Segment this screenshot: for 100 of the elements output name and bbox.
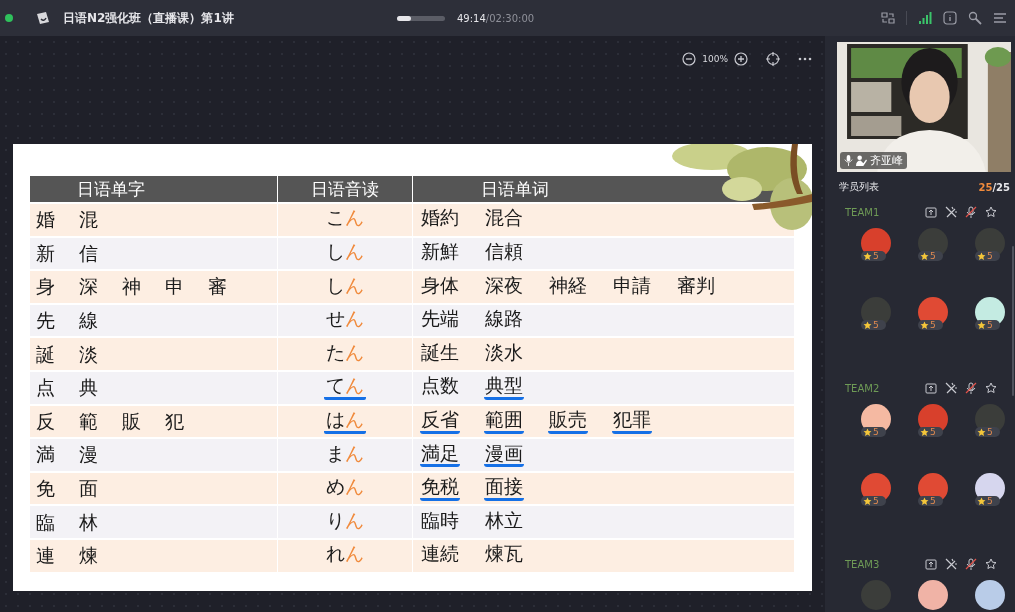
total-count: /25: [992, 181, 1010, 193]
mute-icon[interactable]: [965, 206, 977, 218]
star-icon: [977, 251, 986, 261]
kanji: 深: [79, 277, 98, 297]
kanji: 審: [208, 277, 227, 297]
kanji: 点: [36, 378, 55, 398]
star-icon: [977, 320, 986, 330]
more-icon[interactable]: [798, 57, 812, 61]
star-icon: [920, 320, 929, 330]
reading: こ ん: [325, 207, 365, 231]
star-icon: [977, 496, 986, 506]
reading: れん: [325, 543, 365, 567]
score-badge: 5: [975, 496, 1000, 506]
avatar[interactable]: [918, 580, 948, 610]
info-icon[interactable]: [943, 11, 957, 25]
kanji: 新: [36, 243, 55, 263]
kanji: 漫: [79, 445, 98, 465]
word: 煉瓦: [484, 543, 524, 567]
word: 線路: [484, 308, 524, 332]
kanji: 犯: [165, 411, 184, 431]
kanji: 誕: [36, 344, 55, 364]
zoom-out-icon[interactable]: [682, 52, 697, 66]
kanji: 販: [122, 411, 141, 431]
reading: し ん: [325, 240, 365, 264]
word: 婚約: [420, 207, 460, 231]
column-header: 日语音读: [278, 176, 413, 204]
star-icon[interactable]: [985, 206, 997, 218]
teacher-icon: [856, 155, 867, 166]
word: 新鮮: [420, 240, 460, 264]
word: 淡水: [484, 341, 524, 365]
reading: はん: [324, 408, 366, 434]
zoom-in-icon[interactable]: [734, 52, 748, 66]
score-badge: 5: [861, 320, 886, 330]
reading: ま ん: [325, 442, 365, 466]
kanji: 婚: [36, 210, 55, 230]
word: 臨時: [420, 509, 460, 533]
mute-icon[interactable]: [965, 382, 977, 394]
team-name: TEAM2: [845, 382, 881, 394]
word: 点数: [420, 375, 460, 399]
kanji: 臨: [36, 512, 55, 532]
elapsed-time: 49:14: [457, 12, 486, 24]
kanji: 身: [36, 277, 55, 297]
avatar[interactable]: [975, 580, 1005, 610]
teacher-name: 齐亚峰: [870, 153, 903, 168]
score-badge: 5: [861, 251, 886, 261]
score-badge: 5: [918, 320, 943, 330]
kanji: 面: [79, 479, 98, 499]
word: 免税: [420, 476, 460, 501]
score-badge: 5: [918, 251, 943, 261]
kanji: 範: [79, 411, 98, 431]
score-badge: 5: [861, 496, 886, 506]
kanji: 典: [79, 378, 98, 398]
word: 林立: [484, 509, 524, 533]
zoom-level: 100%: [702, 54, 728, 64]
score-badge: 5: [975, 320, 1000, 330]
star-icon: [863, 320, 872, 330]
word: 連続: [420, 543, 460, 567]
scrollbar[interactable]: [1012, 246, 1014, 396]
team-name: TEAM3: [845, 558, 881, 570]
kanji: 連: [36, 546, 55, 566]
kanji: 先: [36, 311, 55, 331]
word: 深夜: [484, 274, 524, 298]
board-icon[interactable]: [925, 206, 937, 218]
star-icon: [863, 251, 872, 261]
kanji: 免: [36, 479, 55, 499]
word: 身体: [420, 274, 460, 298]
word: 漫画: [484, 442, 524, 468]
star-icon[interactable]: [985, 558, 997, 570]
team-name: TEAM1: [845, 206, 881, 218]
kanji: 混: [79, 210, 98, 230]
board-icon[interactable]: [925, 382, 937, 394]
word: 先端: [420, 308, 460, 332]
word: 誕生: [420, 341, 460, 365]
reading: り ん: [325, 509, 365, 533]
crosshair-icon[interactable]: [766, 52, 780, 66]
reading: たん: [325, 341, 365, 365]
reading: めん: [325, 476, 365, 500]
word: 申請: [612, 274, 652, 298]
star-icon: [863, 427, 872, 437]
score-badge: 5: [918, 427, 943, 437]
word: 審判: [676, 274, 716, 298]
screen-switch-icon[interactable]: [881, 11, 895, 25]
board-icon[interactable]: [925, 558, 937, 570]
star-icon[interactable]: [985, 382, 997, 394]
kanji: 反: [36, 411, 55, 431]
kanji: 申: [165, 277, 184, 297]
signal-icon: [918, 11, 932, 25]
kanji: 林: [79, 512, 98, 532]
window-title: 日语N2强化班（直播课）第1讲: [63, 9, 235, 27]
menu-icon[interactable]: [993, 11, 1007, 25]
mute-icon[interactable]: [965, 558, 977, 570]
star-icon: [920, 496, 929, 506]
star-icon: [863, 496, 872, 506]
word: 犯罪: [612, 408, 652, 434]
star-icon: [920, 251, 929, 261]
microphone-icon: [844, 155, 853, 166]
word: 典型: [484, 375, 524, 401]
word: 混合: [484, 207, 524, 231]
kanji: 線: [79, 311, 98, 331]
word: 範囲: [484, 408, 524, 434]
